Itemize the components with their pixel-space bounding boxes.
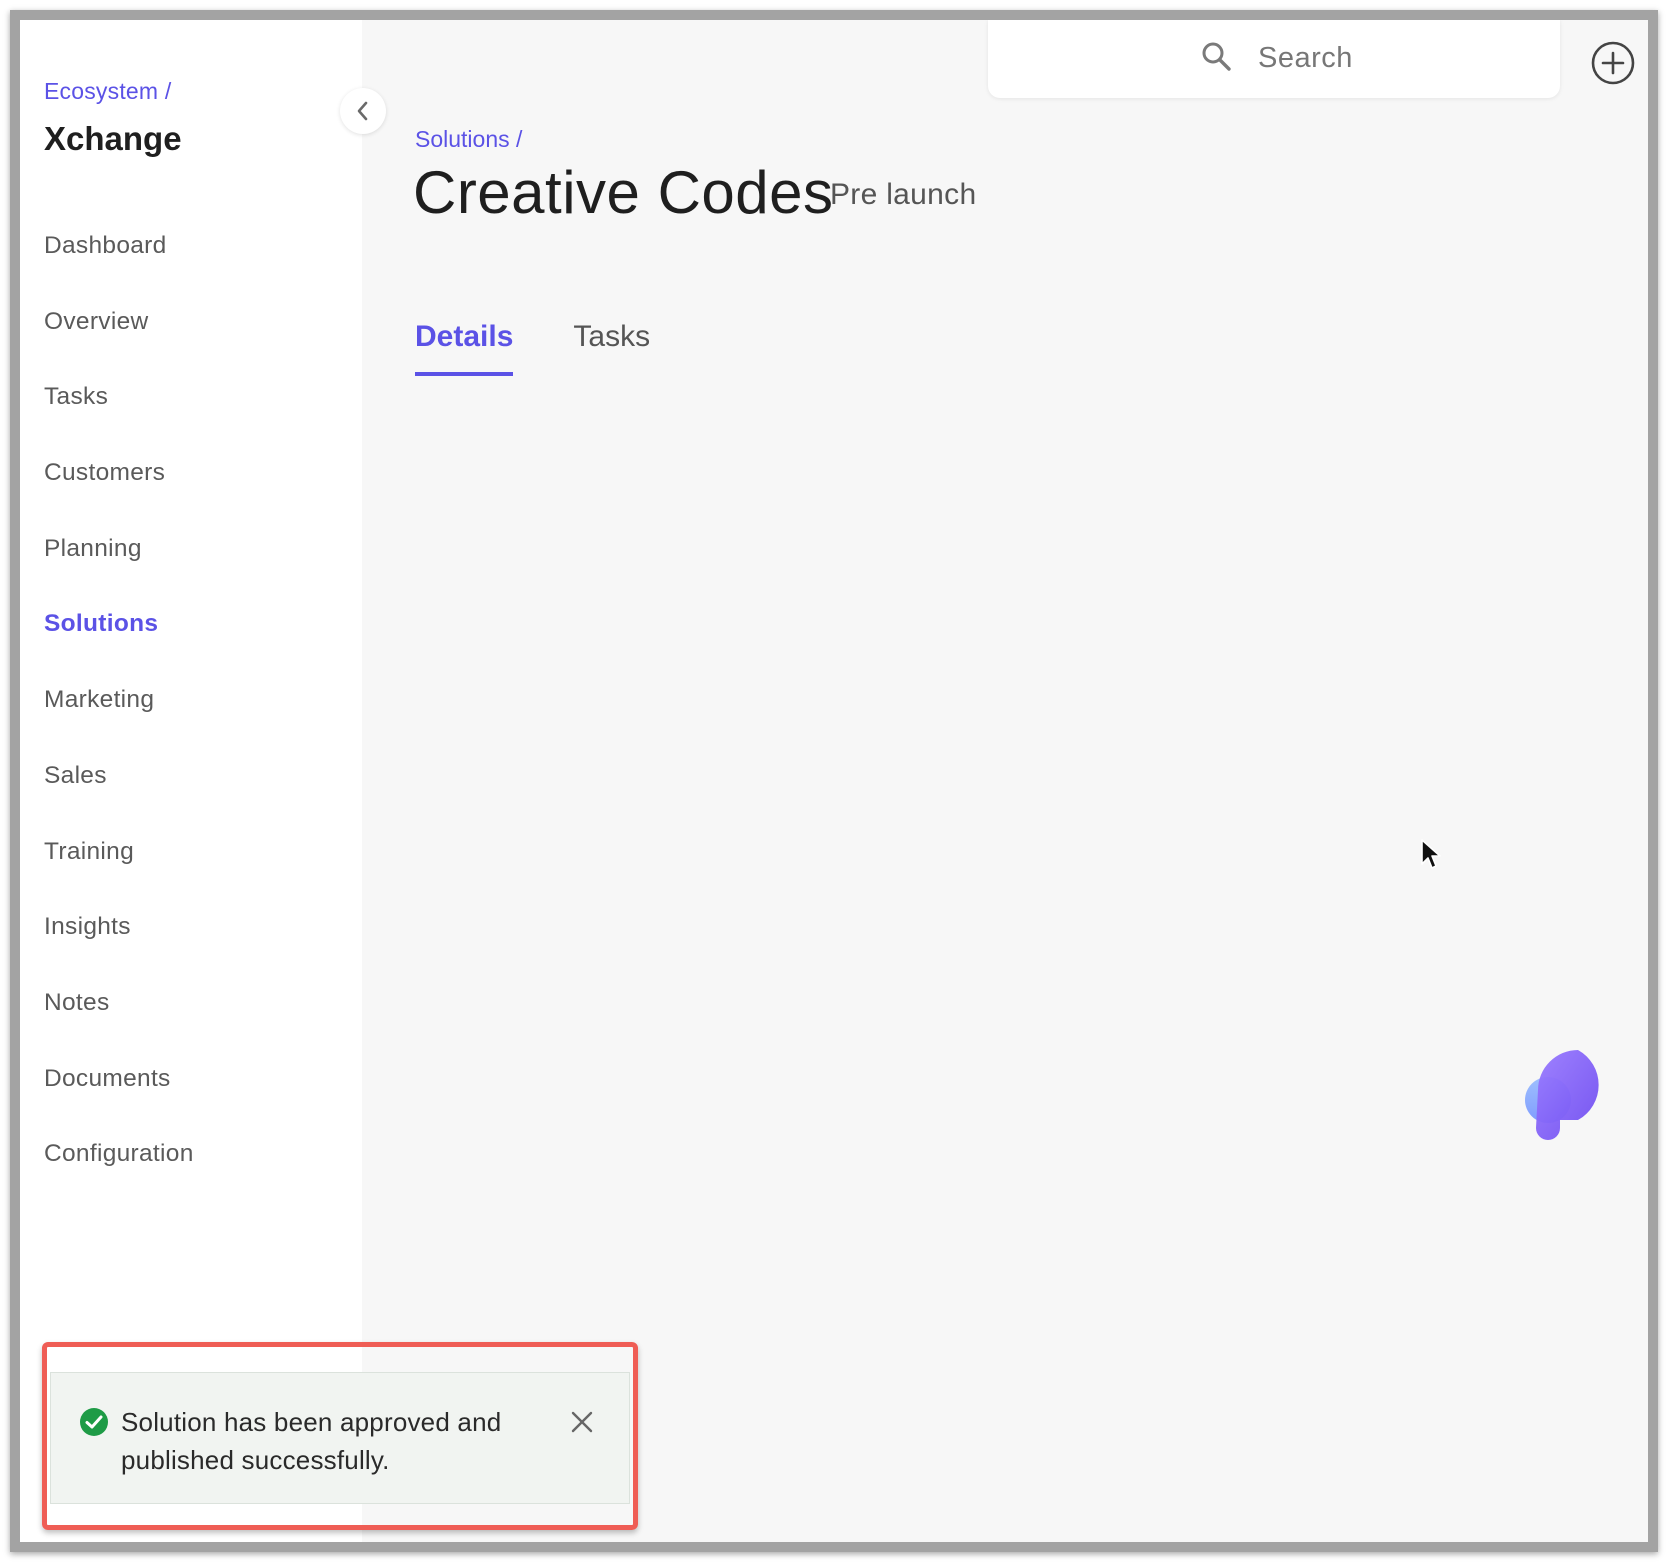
sidebar-item-planning[interactable]: Planning [44, 523, 194, 599]
sidebar-item-configuration[interactable]: Configuration [44, 1128, 194, 1204]
breadcrumb-solutions[interactable]: Solutions / [415, 126, 522, 153]
search-icon [1202, 42, 1231, 71]
breadcrumb-ecosystem[interactable]: Ecosystem / [44, 78, 171, 105]
sidebar-item-marketing[interactable]: Marketing [44, 674, 194, 750]
assistant-logo-icon[interactable] [1518, 1042, 1628, 1146]
check-circle-icon [80, 1408, 108, 1436]
plus-circle-icon[interactable] [1590, 40, 1636, 86]
sidebar-item-overview[interactable]: Overview [44, 296, 194, 372]
sidebar-item-solutions[interactable]: Solutions [44, 598, 194, 674]
sidebar-item-dashboard[interactable]: Dashboard [44, 220, 194, 296]
app-window: Ecosystem / Xchange Dashboard Overview T… [10, 10, 1658, 1552]
close-icon[interactable] [569, 1409, 595, 1435]
sidebar: Ecosystem / Xchange Dashboard Overview T… [20, 20, 362, 1542]
toast-message: Solution has been approved and published… [121, 1407, 502, 1475]
sidebar-item-training[interactable]: Training [44, 826, 194, 902]
tab-bar: Details Tasks [415, 320, 710, 376]
status-label: Pre launch [830, 178, 977, 211]
sidebar-nav: Dashboard Overview Tasks Customers Plann… [44, 220, 194, 1204]
chevron-left-icon [357, 101, 368, 121]
search-bar[interactable] [988, 20, 1560, 98]
sidebar-item-insights[interactable]: Insights [44, 901, 194, 977]
mouse-cursor-icon [1421, 839, 1441, 869]
sidebar-item-customers[interactable]: Customers [44, 447, 194, 523]
tab-details[interactable]: Details [415, 320, 514, 376]
tab-tasks[interactable]: Tasks [573, 320, 650, 376]
success-toast: Solution has been approved and published… [50, 1372, 630, 1504]
page-title: Creative Codes [413, 159, 834, 226]
sidebar-collapse-button[interactable] [340, 88, 386, 134]
sidebar-item-sales[interactable]: Sales [44, 750, 194, 826]
search-input[interactable] [1256, 36, 1540, 80]
sidebar-item-tasks[interactable]: Tasks [44, 371, 194, 447]
sidebar-item-notes[interactable]: Notes [44, 977, 194, 1053]
sidebar-item-documents[interactable]: Documents [44, 1053, 194, 1129]
app-title: Xchange [44, 120, 182, 157]
